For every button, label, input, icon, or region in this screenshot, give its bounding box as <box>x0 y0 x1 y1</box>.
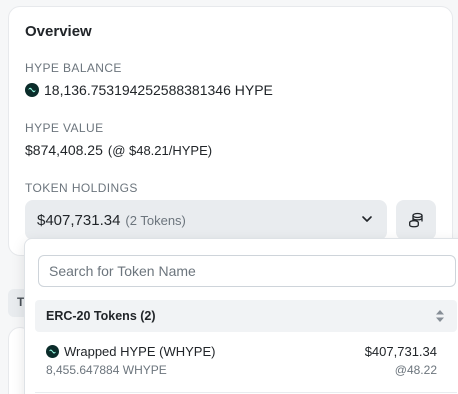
token-holdings-total: $407,731.34 <box>37 211 121 229</box>
overview-title: Overview <box>25 23 92 40</box>
divider <box>35 392 457 393</box>
hype-value-amount: $874,408.25 <box>25 142 103 158</box>
token-search-input[interactable] <box>38 255 456 287</box>
hype-balance-value: 18,136.753194252588381346 HYPE <box>25 82 273 98</box>
coin-stack-button[interactable] <box>396 200 436 240</box>
token-holdings-dropdown: ERC-20 Tokens (2) Wrapped HYPE (WHYPE) 8… <box>24 238 458 394</box>
hype-balance-amount: 18,136.753194252588381346 HYPE <box>44 82 273 98</box>
token-usd-value: $407,731.34 <box>364 344 437 359</box>
hype-value-rate: (@ $48.21/HYPE) <box>107 142 213 158</box>
token-price: @48.22 <box>394 363 437 377</box>
token-holdings-select[interactable]: $407,731.34 (2 Tokens) <box>25 200 387 240</box>
overview-card: Overview HYPE BALANCE 18,136.75319425258… <box>8 6 453 256</box>
hype-token-icon <box>46 345 59 358</box>
token-quantity: 8,455.647884 WHYPE <box>46 363 167 377</box>
token-name-label: Wrapped HYPE (WHYPE) <box>64 344 216 359</box>
token-row[interactable]: Wrapped HYPE (WHYPE) 8,455.647884 WHYPE … <box>35 339 457 387</box>
token-holdings-count: (2 Tokens) <box>125 212 186 228</box>
erc20-group-header[interactable]: ERC-20 Tokens (2) <box>35 300 457 332</box>
hype-value: $874,408.25 (@ $48.21/HYPE) <box>25 142 212 158</box>
sort-icon <box>436 310 444 322</box>
coin-stack-icon <box>409 212 423 228</box>
erc20-group-title: ERC-20 Tokens (2) <box>46 309 156 323</box>
token-holdings-label: TOKEN HOLDINGS <box>25 181 138 195</box>
chevron-down-icon <box>362 216 372 222</box>
hype-value-label: HYPE VALUE <box>25 121 104 135</box>
hype-token-icon <box>25 83 39 97</box>
hype-balance-label: HYPE BALANCE <box>25 61 122 75</box>
token-name: Wrapped HYPE (WHYPE) <box>46 344 215 359</box>
page: T Overview HYPE BALANCE 18,136.753194252… <box>0 0 458 394</box>
